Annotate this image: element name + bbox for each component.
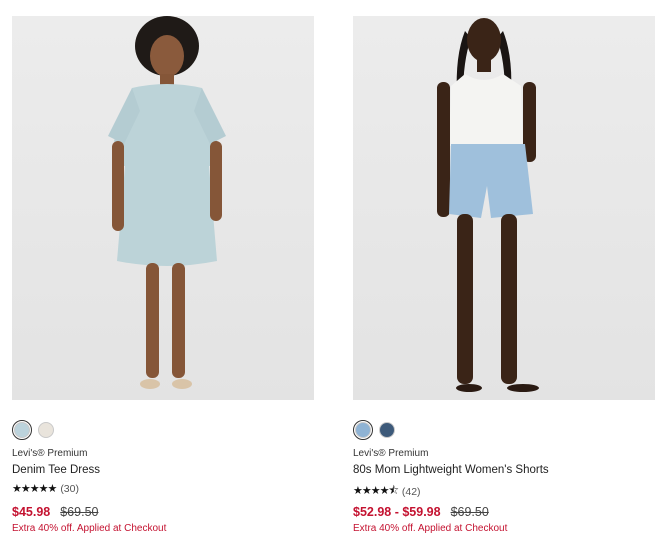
product-image-denim-tee-dress[interactable] bbox=[12, 16, 314, 400]
brand-label: Levi's® Premium bbox=[353, 448, 429, 459]
color-swatch-ecru[interactable] bbox=[38, 422, 54, 438]
color-swatches bbox=[12, 420, 54, 440]
price-row: $45.98 $69.50 bbox=[12, 505, 98, 519]
color-swatches bbox=[353, 420, 395, 440]
star-rating-icon: ★★★★⯪ bbox=[353, 485, 399, 497]
sale-price: $52.98 - $59.98 bbox=[353, 505, 441, 519]
brand-label: Levi's® Premium bbox=[12, 448, 88, 459]
price-row: $52.98 - $59.98 $69.50 bbox=[353, 505, 489, 519]
promo-text: Extra 40% off. Applied at Checkout bbox=[12, 523, 167, 534]
color-swatch-light-blue[interactable] bbox=[12, 420, 32, 440]
color-swatch-light-indigo[interactable] bbox=[353, 420, 373, 440]
product-image-80s-mom-shorts[interactable] bbox=[353, 16, 655, 400]
original-price: $69.50 bbox=[450, 505, 489, 519]
product-name[interactable]: 80s Mom Lightweight Women's Shorts bbox=[353, 464, 549, 476]
rating[interactable]: ★★★★★ (30) bbox=[12, 482, 79, 496]
promo-text: Extra 40% off. Applied at Checkout bbox=[353, 523, 508, 534]
review-count: (30) bbox=[60, 482, 79, 495]
rating[interactable]: ★★★★⯪ (42) bbox=[353, 482, 421, 501]
review-count: (42) bbox=[401, 485, 421, 498]
original-price: $69.50 bbox=[60, 505, 99, 519]
sale-price: $45.98 bbox=[12, 505, 51, 519]
color-swatch-dark-indigo[interactable] bbox=[379, 422, 395, 438]
product-name[interactable]: Denim Tee Dress bbox=[12, 464, 100, 476]
star-rating-icon: ★★★★★ bbox=[12, 483, 57, 495]
